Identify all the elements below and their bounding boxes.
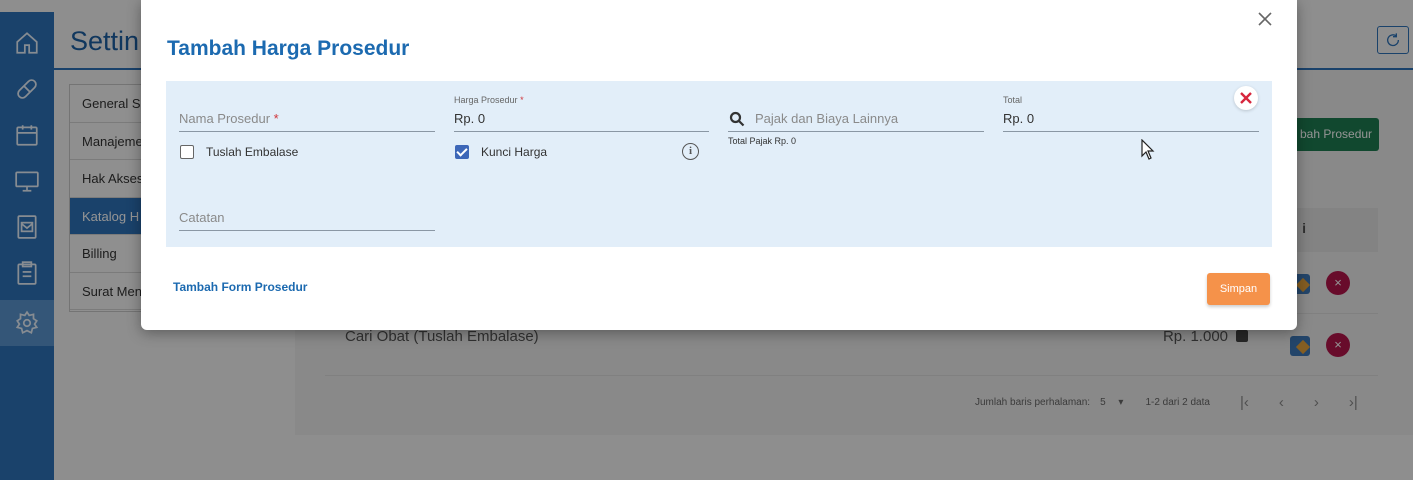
total-field: Total Rp. 0	[1003, 81, 1259, 132]
notes-placeholder: Catatan	[179, 210, 225, 225]
dialog-title: Tambah Harga Prosedur	[167, 37, 410, 60]
close-icon[interactable]	[1256, 10, 1274, 28]
required-mark: *	[520, 95, 524, 105]
tax-search-placeholder: Pajak dan Biaya Lainnya	[755, 111, 899, 126]
procedure-form: Nama Prosedur * Harga Prosedur * Rp. 0 P…	[166, 81, 1272, 247]
procedure-name-field[interactable]: Nama Prosedur *	[179, 81, 435, 132]
add-procedure-price-dialog: Tambah Harga Prosedur Nama Prosedur * Ha…	[141, 0, 1297, 330]
required-mark: *	[273, 111, 279, 126]
kunci-harga-checkbox[interactable]	[455, 145, 469, 159]
notes-field[interactable]: Catatan	[179, 180, 435, 231]
total-tax-note: Total Pajak Rp. 0	[728, 136, 797, 146]
procedure-name-placeholder: Nama Prosedur	[179, 111, 271, 126]
tuslah-checkbox[interactable]	[180, 145, 194, 159]
kunci-harga-label: Kunci Harga	[481, 145, 548, 159]
tax-search-field[interactable]: Pajak dan Biaya Lainnya	[728, 81, 984, 132]
tuslah-label: Tuslah Embalase	[206, 145, 299, 159]
close-red-icon	[1240, 92, 1252, 104]
procedure-price-label: Harga Prosedur	[454, 95, 518, 105]
procedure-price-field[interactable]: Harga Prosedur * Rp. 0	[454, 81, 709, 132]
save-button[interactable]: Simpan	[1207, 273, 1270, 305]
add-procedure-form-link[interactable]: Tambah Form Prosedur	[173, 280, 307, 294]
mouse-cursor-icon	[1141, 139, 1155, 160]
total-value: Rp. 0	[1003, 111, 1035, 126]
procedure-price-value: Rp. 0	[454, 111, 486, 126]
info-icon[interactable]: i	[682, 143, 699, 160]
total-label: Total	[1003, 95, 1023, 105]
remove-form-button[interactable]	[1234, 86, 1258, 110]
